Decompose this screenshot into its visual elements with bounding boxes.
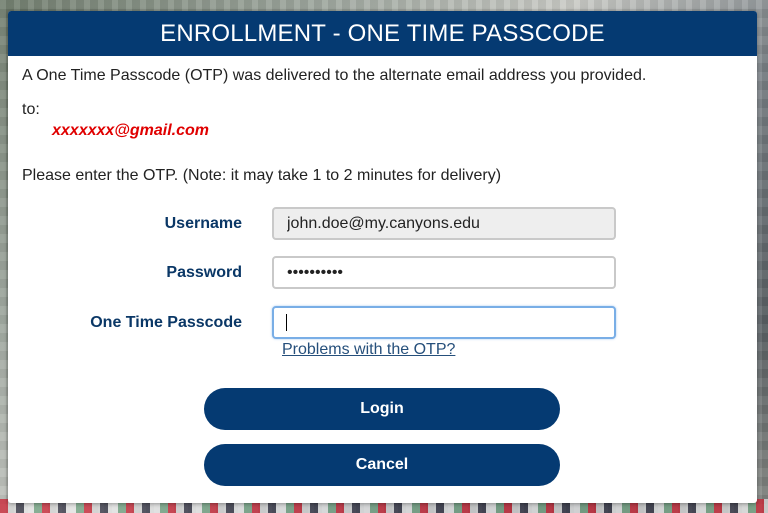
otp-help-link[interactable]: Problems with the OTP?: [282, 341, 455, 359]
to-label: to:: [22, 101, 40, 118]
otp-label: One Time Passcode: [90, 314, 242, 331]
username-label: Username: [164, 215, 242, 232]
text-caret: [286, 314, 287, 331]
username-field[interactable]: [272, 207, 616, 240]
cancel-button[interactable]: Cancel: [204, 444, 560, 486]
dialog-title: ENROLLMENT - ONE TIME PASSCODE: [8, 11, 757, 56]
password-label: Password: [166, 264, 242, 281]
login-button[interactable]: Login: [204, 388, 560, 430]
masked-email: xxxxxxx@gmail.com: [52, 122, 210, 139]
password-field[interactable]: [272, 256, 616, 289]
delivery-message: A One Time Passcode (OTP) was delivered …: [22, 67, 647, 84]
instructions-text: Please enter the OTP. (Note: it may take…: [22, 167, 502, 184]
otp-input[interactable]: [272, 306, 616, 339]
otp-enrollment-dialog: ENROLLMENT - ONE TIME PASSCODE A One Tim…: [8, 11, 757, 503]
